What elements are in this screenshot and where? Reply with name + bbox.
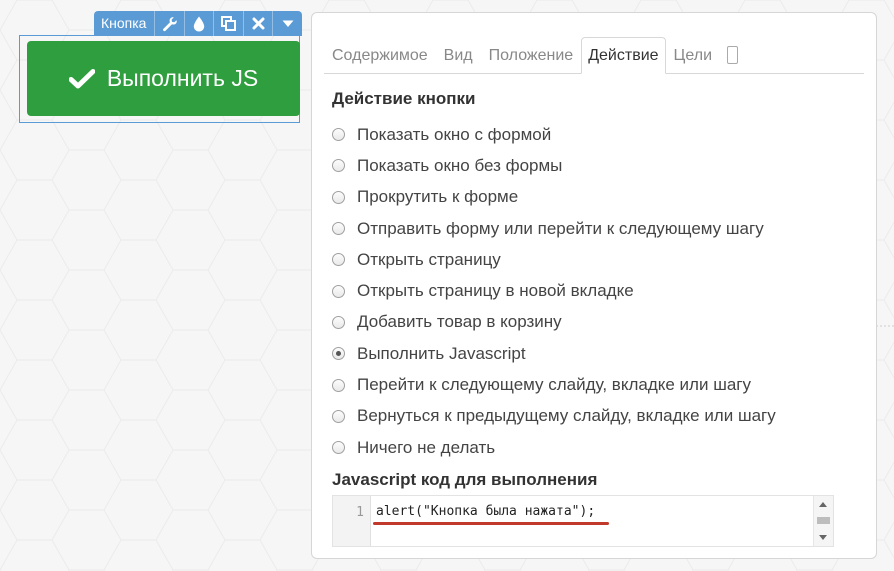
action-option-label: Прокрутить к форме [357,187,519,207]
caret-down-icon [282,20,294,27]
tab-content[interactable]: Содержимое [324,38,436,73]
line-number: 1 [356,505,364,520]
tab-position[interactable]: Положение [481,38,582,73]
action-option-label: Открыть страницу в новой вкладке [357,281,634,301]
tab-goals[interactable]: Цели [666,38,720,73]
duplicate-button[interactable] [213,11,243,36]
action-option[interactable]: Выполнить Javascript [332,338,776,369]
drop-icon [194,16,205,31]
action-option[interactable]: Отправить форму или перейти к следующему… [332,213,776,244]
action-option[interactable]: Добавить товар в корзину [332,307,776,338]
settings-panel: Содержимое Вид Положение Действие Цели Д… [311,12,877,559]
action-radio-group: Показать окно с формой Показать окно без… [332,119,776,463]
radio-button[interactable] [332,159,345,173]
action-option-label: Вернуться к предыдущему слайду, вкладке … [357,406,776,426]
radio-button[interactable] [332,378,345,392]
action-option[interactable]: Ничего не делать [332,432,776,463]
duplicate-icon [221,16,237,31]
radio-button[interactable] [332,409,345,423]
action-option-label: Перейти к следующему слайду, вкладке или… [357,375,751,395]
radio-button[interactable] [332,128,345,142]
run-js-preview-button[interactable]: Выполнить JS [27,41,300,116]
action-option-label: Добавить товар в корзину [357,312,562,332]
action-option[interactable]: Вернуться к предыдущему слайду, вкладке … [332,401,776,432]
element-type-label: Кнопка [101,15,147,31]
action-option[interactable]: Открыть страницу [332,244,776,275]
element-toolbar: Кнопка [94,11,302,36]
radio-button-selected[interactable] [332,347,345,361]
action-section-title: Действие кнопки [332,89,476,108]
close-icon [252,17,265,30]
radio-button[interactable] [332,190,345,204]
wrench-icon [162,16,177,31]
code-line[interactable]: alert("Кнопка была нажата"); [376,504,595,519]
js-code-editor[interactable]: 1 alert("Кнопка была нажата"); [332,495,834,547]
action-option-label: Открыть страницу [357,249,501,269]
checkmark-icon [68,68,95,88]
action-option-label: Выполнить Javascript [357,343,526,363]
action-option-label: Отправить форму или перейти к следующему… [357,218,764,238]
radio-button[interactable] [332,441,345,455]
action-option[interactable]: Перейти к следующему слайду, вкладке или… [332,369,776,400]
action-option-label: Показать окно без формы [357,155,563,175]
tab-action[interactable]: Действие [581,37,666,74]
preview-button-label: Выполнить JS [106,65,259,91]
more-button[interactable] [272,11,302,36]
action-option-label: Показать окно с формой [357,124,552,144]
scroll-thumb[interactable] [817,517,830,524]
panel-tabs: Содержимое Вид Положение Действие Цели [324,37,864,74]
action-option[interactable]: Прокрутить к форме [332,182,776,213]
highlight-underline [373,522,609,525]
radio-button[interactable] [332,315,345,329]
action-option[interactable]: Открыть страницу в новой вкладке [332,275,776,306]
delete-button[interactable] [242,11,273,36]
radio-button[interactable] [332,222,345,236]
tab-view[interactable]: Вид [436,38,481,73]
scroll-up-icon[interactable] [819,502,827,507]
settings-button[interactable] [154,11,184,36]
tab-overflow-icon[interactable] [727,46,739,64]
style-button[interactable] [183,11,214,36]
radio-button[interactable] [332,284,345,298]
code-section-title: Javascript код для выполнения [332,470,598,489]
action-option[interactable]: Показать окно с формой [332,119,776,150]
scroll-down-icon[interactable] [819,535,827,540]
action-option[interactable]: Показать окно без формы [332,150,776,181]
editor-scrollbar[interactable] [813,496,833,546]
action-option-label: Ничего не делать [357,437,496,457]
radio-button[interactable] [332,253,345,267]
editor-gutter: 1 [333,496,371,546]
